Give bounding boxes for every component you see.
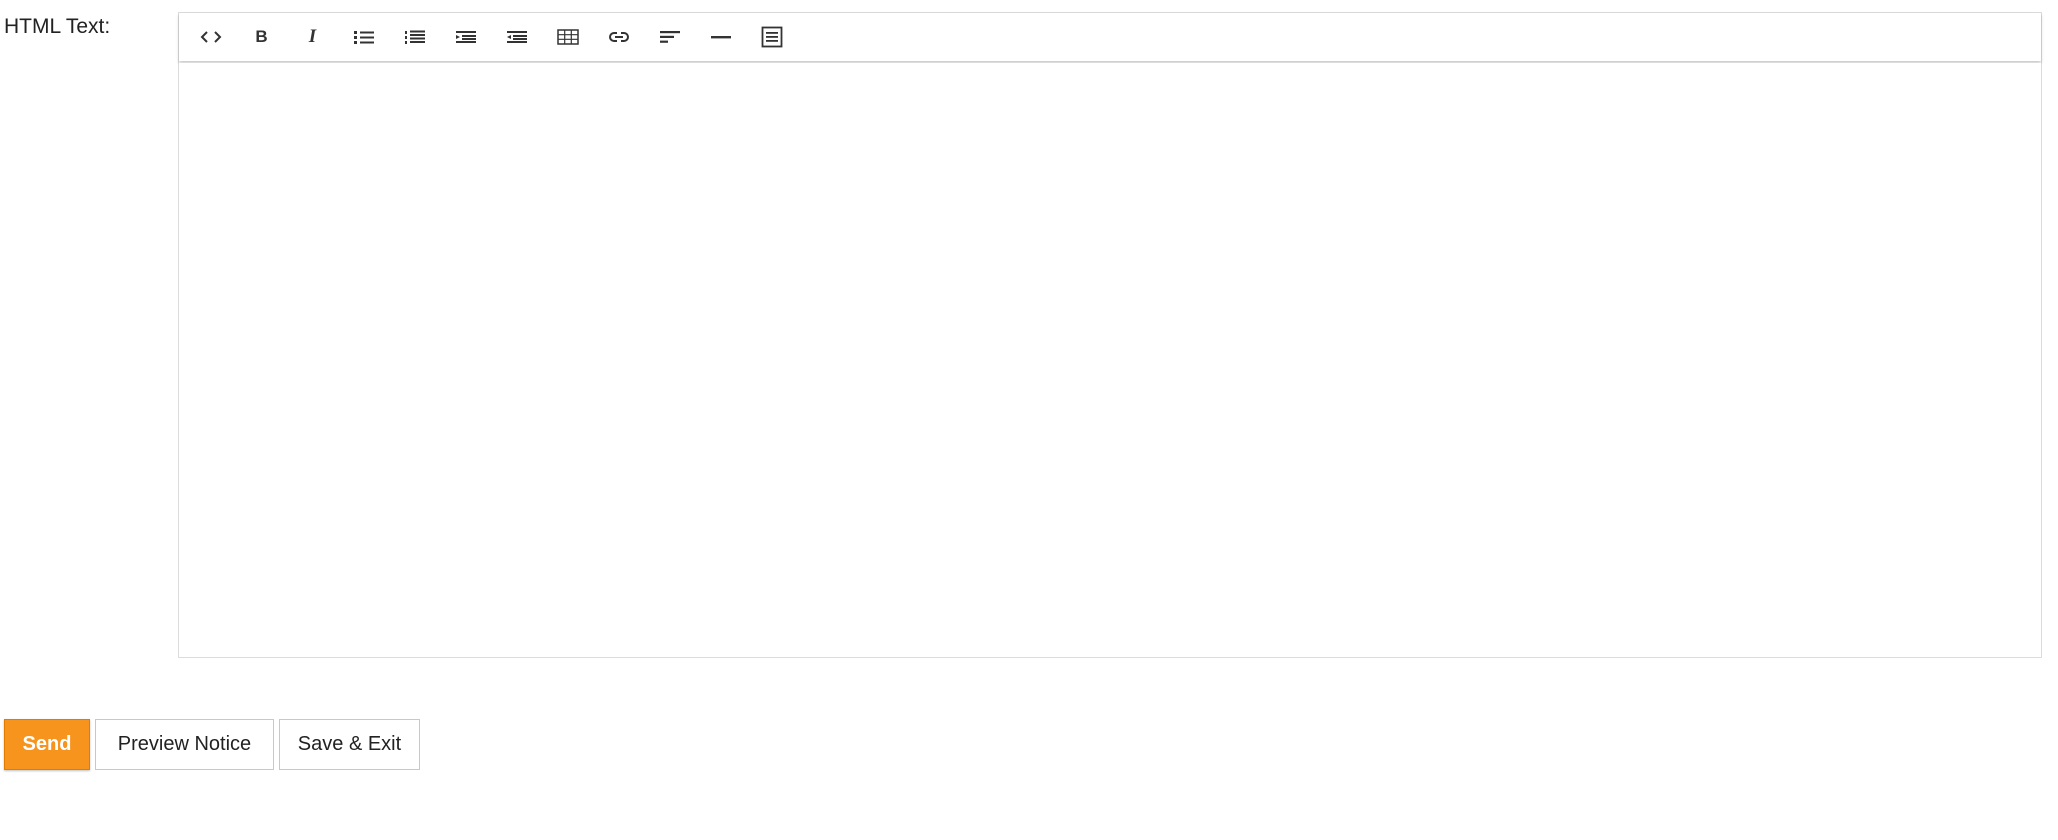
horizontal-rule-icon	[710, 34, 732, 40]
bold-button[interactable]: B	[236, 13, 287, 61]
bullet-list-icon	[353, 29, 375, 45]
indent-icon	[455, 30, 477, 44]
html-editor: B I	[178, 12, 2042, 658]
editor-toolbar: B I	[179, 13, 2041, 61]
html-text-label: HTML Text:	[4, 15, 111, 38]
align-left-icon	[659, 30, 681, 44]
notice-editor-page: HTML Text: B I Send Preview Notice Save …	[0, 0, 2058, 840]
ordered-list-button[interactable]	[389, 13, 440, 61]
save-exit-button[interactable]: Save & Exit	[279, 719, 420, 770]
link-icon	[608, 30, 630, 44]
numbered-list-icon	[404, 29, 426, 45]
send-button[interactable]: Send	[4, 719, 90, 770]
unordered-list-button[interactable]	[338, 13, 389, 61]
preview-notice-button[interactable]: Preview Notice	[95, 719, 274, 770]
horizontal-rule-button[interactable]	[695, 13, 746, 61]
action-buttons: Send Preview Notice Save & Exit	[4, 719, 420, 770]
code-icon	[200, 30, 222, 44]
align-button[interactable]	[644, 13, 695, 61]
outdent-icon	[506, 30, 528, 44]
bold-icon: B	[255, 27, 268, 46]
code-view-button[interactable]	[185, 13, 236, 61]
document-icon	[761, 26, 783, 48]
editor-content-area[interactable]	[179, 63, 2041, 657]
outdent-button[interactable]	[491, 13, 542, 61]
table-icon	[556, 29, 579, 45]
indent-button[interactable]	[440, 13, 491, 61]
link-button[interactable]	[593, 13, 644, 61]
italic-button[interactable]: I	[287, 13, 338, 61]
table-button[interactable]	[542, 13, 593, 61]
italic-icon: I	[308, 26, 317, 47]
fullscreen-button[interactable]	[746, 13, 797, 61]
